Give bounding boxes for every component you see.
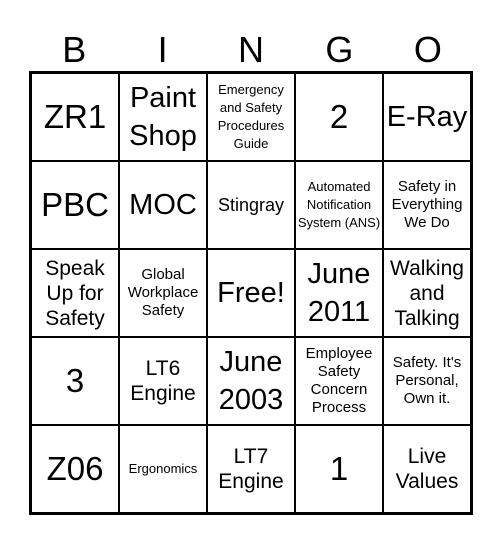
bingo-cell-text: June 2011	[307, 258, 371, 328]
bingo-cell-text: 1	[329, 450, 349, 487]
bingo-cell[interactable]: PBC	[31, 161, 119, 249]
bingo-cell[interactable]: MOC	[119, 161, 207, 249]
bingo-cell-text: Automated Notification System (ANS)	[297, 179, 381, 230]
bingo-cell[interactable]: Emergency and Safety Procedures Guide	[207, 73, 295, 161]
bingo-cell-text: Free!	[217, 277, 285, 309]
bingo-cell-text: MOC	[129, 189, 197, 221]
bingo-cell-text: Speak Up for Safety	[45, 256, 105, 330]
bingo-cell-text: 3	[65, 362, 85, 399]
bingo-cell-text: Stingray	[217, 194, 285, 215]
bingo-cell[interactable]: 2	[295, 73, 383, 161]
bingo-cell-text: PBC	[41, 186, 109, 223]
bingo-cell[interactable]: LT6 Engine	[119, 337, 207, 425]
bingo-cell-text: E-Ray	[386, 101, 468, 133]
bingo-cell[interactable]: E-Ray	[383, 73, 471, 161]
bingo-cell[interactable]: Live Values	[383, 425, 471, 513]
header-letter-g: G	[325, 29, 354, 70]
bingo-cell-text: Safety. It's Personal, Own it.	[392, 354, 462, 407]
bingo-cell[interactable]: Employee Safety Concern Process	[295, 337, 383, 425]
bingo-cell[interactable]: June 2003	[207, 337, 295, 425]
bingo-cell-text: LT6 Engine	[130, 357, 196, 405]
bingo-cell[interactable]: Safety in Everything We Do	[383, 161, 471, 249]
bingo-cell[interactable]: Global Workplace Safety	[119, 249, 207, 337]
bingo-cell[interactable]: Free!	[207, 249, 295, 337]
bingo-cell-text: Global Workplace Safety	[127, 266, 199, 319]
bingo-cell[interactable]: Z06	[31, 425, 119, 513]
bingo-cell-text: Safety in Everything We Do	[391, 178, 463, 231]
bingo-cell-text: ZR1	[43, 98, 107, 135]
bingo-cell[interactable]: Paint Shop	[119, 73, 207, 161]
bingo-cell[interactable]: Safety. It's Personal, Own it.	[383, 337, 471, 425]
bingo-cell[interactable]: LT7 Engine	[207, 425, 295, 513]
bingo-cell-text: Walking and Talking	[390, 256, 464, 330]
bingo-cell[interactable]: Automated Notification System (ANS)	[295, 161, 383, 249]
bingo-cell-text: Live Values	[395, 445, 459, 493]
header-letter-i: I	[157, 29, 168, 70]
bingo-cell[interactable]: Walking and Talking	[383, 249, 471, 337]
header-letter-b: B	[62, 29, 87, 70]
header-letter-o: O	[413, 29, 442, 70]
header-letter-n: N	[238, 29, 265, 70]
bingo-header: B I N G O	[30, 28, 472, 72]
bingo-cell[interactable]: ZR1	[31, 73, 119, 161]
bingo-cell[interactable]: June 2011	[295, 249, 383, 337]
bingo-grid: ZR1 Paint Shop Emergency and Safety Proced…	[29, 71, 473, 515]
bingo-cell-text: LT7 Engine	[218, 445, 284, 493]
bingo-cell-text: 2	[329, 98, 349, 135]
bingo-cell-text: Employee Safety Concern Process	[305, 345, 373, 416]
bingo-cell[interactable]: Stingray	[207, 161, 295, 249]
bingo-cell-text: Paint Shop	[129, 82, 197, 152]
bingo-cell[interactable]: 1	[295, 425, 383, 513]
bingo-cell[interactable]: Ergonomics	[119, 425, 207, 513]
bingo-cell-text: Ergonomics	[128, 461, 198, 476]
bingo-cell-text: Emergency and Safety Procedures Guide	[217, 82, 285, 151]
bingo-cell[interactable]: Speak Up for Safety	[31, 249, 119, 337]
bingo-cell-text: June 2003	[218, 346, 284, 416]
bingo-cell[interactable]: 3	[31, 337, 119, 425]
bingo-cell-text: Z06	[46, 450, 104, 487]
